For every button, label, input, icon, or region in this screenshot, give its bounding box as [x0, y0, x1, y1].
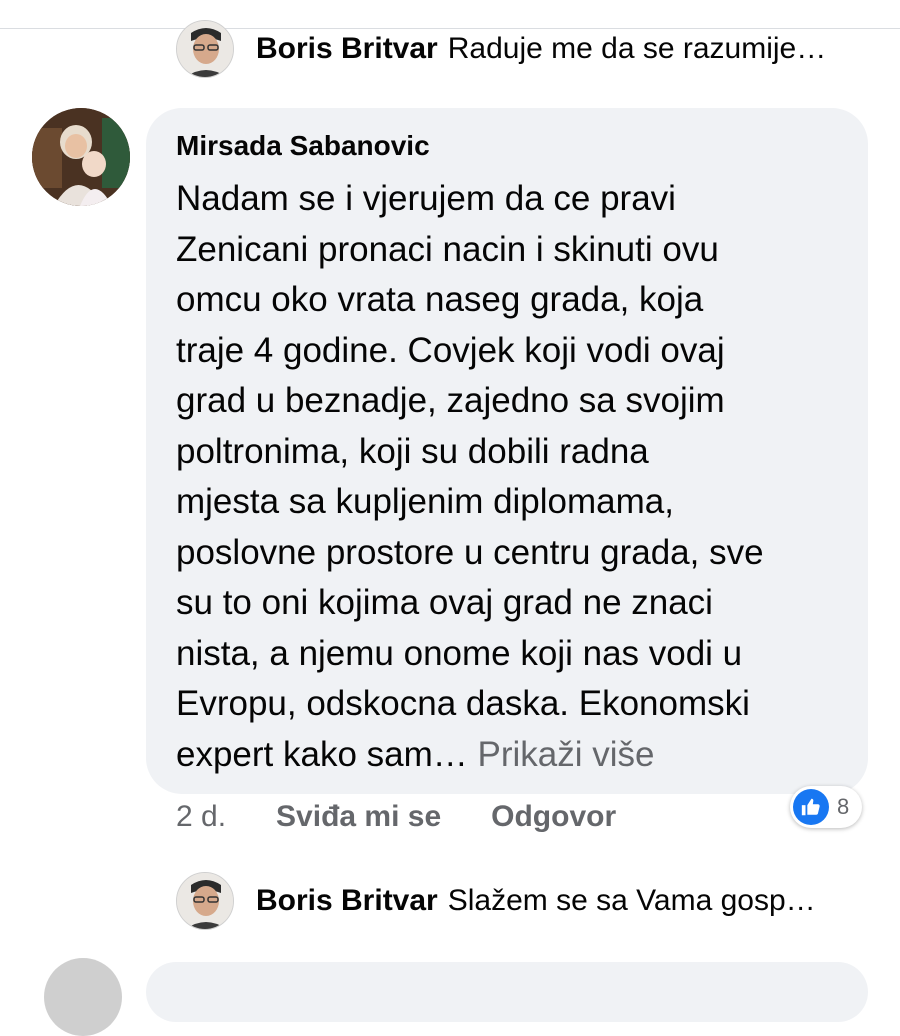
avatar[interactable]	[32, 108, 130, 206]
avatar[interactable]	[176, 872, 234, 930]
reply-button[interactable]: Odgovor	[491, 800, 616, 834]
comment-bubble	[146, 962, 868, 1022]
reply-author[interactable]: Boris Britvar	[256, 32, 438, 65]
person-avatar-icon	[177, 873, 233, 929]
avatar[interactable]	[44, 958, 122, 1036]
comment-text: Nadam se i vjerujem da ce pravi Zenicani…	[176, 174, 838, 780]
reply-snippet[interactable]: Raduje me da se razumije…	[448, 32, 827, 65]
thumbs-up-icon	[793, 789, 829, 825]
reply-snippet[interactable]: Slažem se sa Vama gosp…	[448, 884, 816, 917]
comment-bubble: Mirsada Sabanovic Nadam se i vjerujem da…	[146, 108, 868, 794]
like-button[interactable]: Sviđa mi se	[276, 800, 441, 834]
person-avatar-icon	[32, 108, 130, 206]
comment-author[interactable]: Mirsada Sabanovic	[176, 128, 838, 164]
comment-actions: 2 d. Sviđa mi se Odgovor	[176, 800, 616, 834]
reply-preview-bottom[interactable]: Boris Britvar Slažem se sa Vama gosp…	[176, 872, 816, 930]
reply-author[interactable]: Boris Britvar	[256, 884, 438, 917]
see-more-link[interactable]: Prikaži više	[478, 735, 655, 774]
reaction-count-badge[interactable]: 8	[790, 786, 862, 828]
comment-body-text: Nadam se i vjerujem da ce pravi Zenicani…	[176, 179, 764, 774]
comment-timestamp[interactable]: 2 d.	[176, 800, 226, 834]
reaction-count: 8	[837, 794, 850, 819]
avatar[interactable]	[176, 20, 234, 78]
person-avatar-icon	[177, 21, 233, 77]
reply-preview-top[interactable]: Boris Britvar Raduje me da se razumije…	[176, 20, 826, 78]
